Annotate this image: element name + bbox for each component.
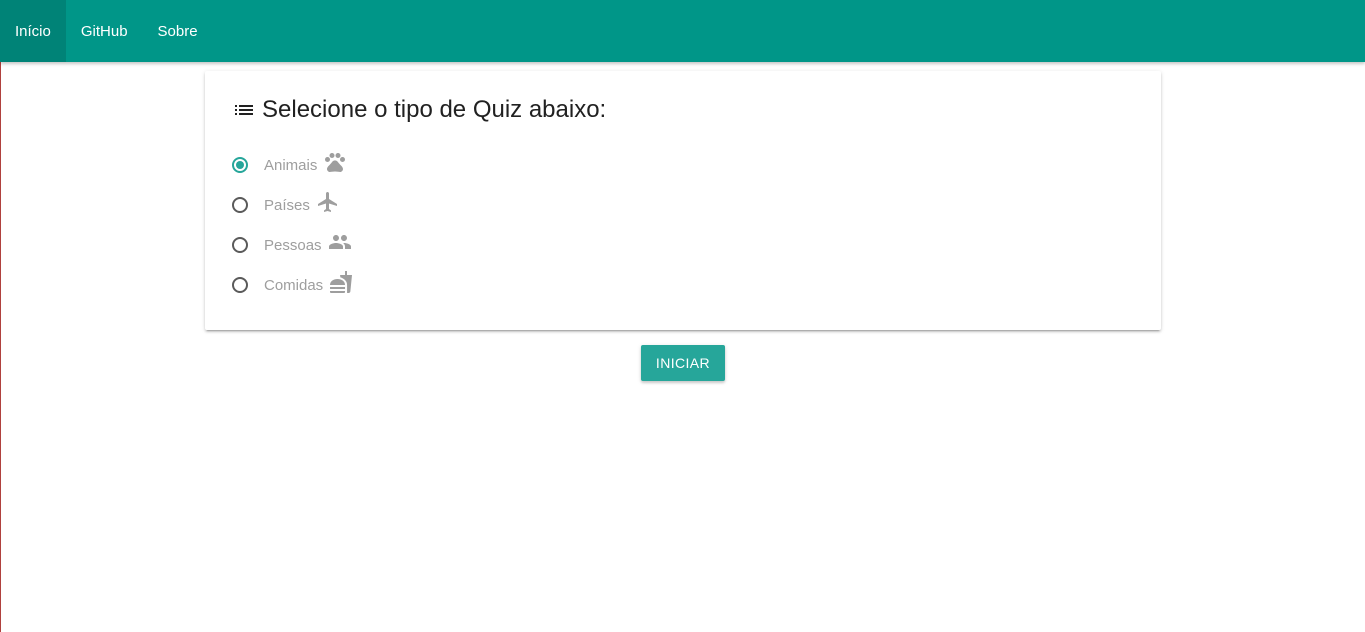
airplane-icon: [317, 192, 337, 212]
option-label: Pessoas: [264, 236, 322, 254]
nav-item-label: Sobre: [157, 22, 198, 40]
start-button[interactable]: INICIAR: [641, 345, 725, 381]
option-comidas[interactable]: Comidas: [232, 265, 353, 305]
paw-icon: [325, 153, 346, 173]
card-title-text: Selecione o tipo de Quiz abaixo:: [262, 96, 607, 123]
radio-button[interactable]: [232, 197, 248, 213]
card-title: Selecione o tipo de Quiz abaixo:: [232, 96, 606, 124]
quiz-options: Animais Países Pessoas Comidas: [232, 145, 353, 305]
nav-item-inicio[interactable]: Início: [0, 0, 66, 62]
radio-button[interactable]: [232, 237, 248, 253]
option-paises[interactable]: Países: [232, 185, 353, 225]
radio-button[interactable]: [232, 277, 248, 293]
quiz-type-card: Selecione o tipo de Quiz abaixo: Animais…: [205, 71, 1161, 330]
nav-item-label: GitHub: [80, 22, 128, 40]
list-icon: [235, 105, 253, 115]
fastfood-icon: [330, 271, 353, 293]
nav-item-sobre[interactable]: Sobre: [143, 0, 213, 62]
radio-button-checked[interactable]: [232, 157, 248, 173]
option-pessoas[interactable]: Pessoas: [232, 225, 353, 265]
option-label: Animais: [264, 156, 318, 174]
nav-item-label: Início: [15, 22, 51, 40]
nav-item-github[interactable]: GitHub: [66, 0, 143, 62]
option-animais[interactable]: Animais: [232, 145, 353, 185]
option-label: Países: [264, 196, 310, 214]
top-navbar: Início GitHub Sobre: [0, 0, 1365, 62]
option-label: Comidas: [264, 276, 324, 294]
people-icon: [328, 235, 351, 249]
window-edge: [0, 0, 1, 632]
